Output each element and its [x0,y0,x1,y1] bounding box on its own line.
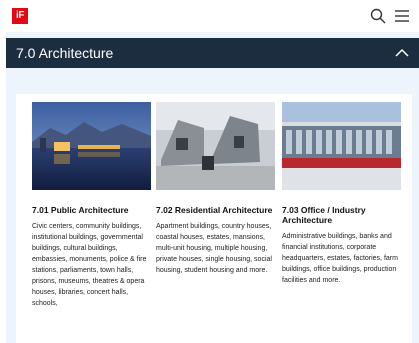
card-description: Civic centers, community buildings, inst… [32,223,147,307]
residential-architecture-image [156,102,275,190]
search-icon[interactable] [369,7,387,25]
office-industry-architecture-image [282,102,401,190]
section-title: 7.0 Architecture [16,45,114,61]
card-title: 7.01 Public Architecture [32,205,129,215]
if-logo[interactable]: iF [12,8,28,24]
card-title: 7.02 Residential Architecture [156,205,273,215]
category-card-public-architecture[interactable]: 7.01 Public Architecture Civic centers, … [32,102,152,309]
card-title: 7.03 Office / Industry Architecture [282,205,366,225]
card-description: Administrative buildings, banks and fina… [282,233,398,284]
card-description: Apartment buildings, country houses, coa… [156,223,272,274]
hamburger-menu-icon[interactable] [393,7,411,25]
top-navigation-bar: iF [0,0,419,32]
public-architecture-image [32,102,151,190]
category-card-residential-architecture[interactable]: 7.02 Residential Architecture Apartment … [156,102,276,276]
architecture-accordion-panel: 7.0 Architecture 7.01 Public Architectur… [6,32,419,343]
category-card-grid: 7.01 Public Architecture Civic centers, … [16,94,412,343]
chevron-up-icon[interactable] [395,47,409,59]
accordion-header-architecture[interactable]: 7.0 Architecture [6,38,419,68]
category-card-office-industry-architecture[interactable]: 7.03 Office / Industry Architecture Admi… [282,102,402,286]
